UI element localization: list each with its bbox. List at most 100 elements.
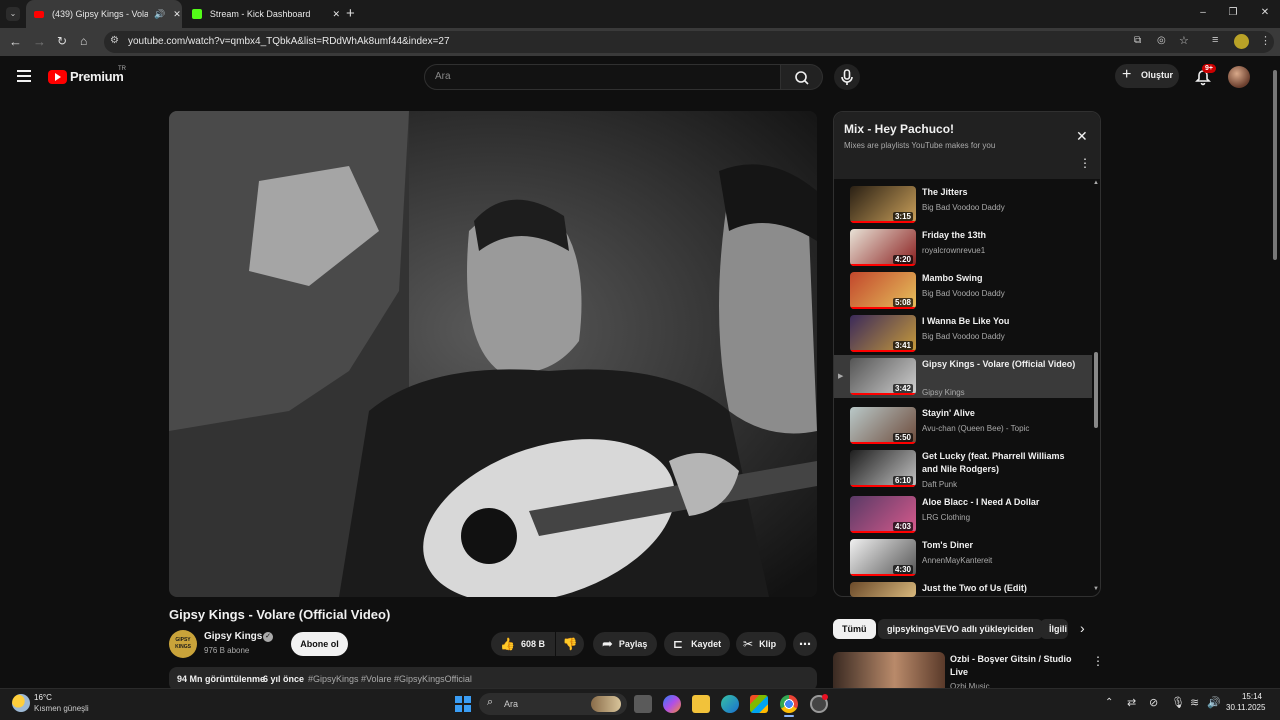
page-scroll-thumb[interactable] (1273, 70, 1277, 260)
playlist-item[interactable]: Just the Two of Us (Edit) (846, 579, 1092, 597)
guide-menu-icon[interactable] (17, 70, 31, 82)
network-icon[interactable]: ⊘ (1149, 696, 1158, 709)
bookmark-star-icon[interactable]: ☆ (1179, 34, 1189, 47)
chip-related[interactable]: İlgili (1040, 619, 1068, 639)
weather-widget[interactable]: 16°C Kısmen güneşli (12, 691, 112, 717)
playlist-thumbnail[interactable]: 4:03 (850, 496, 916, 533)
media-control-icon[interactable]: ≡ (1212, 34, 1218, 46)
url-text: youtube.com/watch?v=qmbx4_TQbkA&list=RDd… (128, 36, 450, 47)
tab-close-icon[interactable]: ✕ (173, 9, 181, 20)
clock[interactable]: 15:14 30.11.2025 (1226, 692, 1265, 712)
install-app-icon[interactable]: ⧉ (1134, 35, 1141, 46)
microphone-tray-icon[interactable]: 🎙 (1171, 696, 1185, 709)
chip-all[interactable]: Tümü (833, 619, 876, 639)
window-maximize-button[interactable]: ❐ (1226, 6, 1240, 20)
more-horizontal-icon: ⋯ (799, 637, 811, 651)
store-icon[interactable] (750, 695, 768, 713)
hashtags[interactable]: #GipsyKings #Volare #GipsyKingsOfficial (308, 674, 472, 684)
playlist-item[interactable]: 5:50 Stayin' Alive Avu-chan (Queen Bee) - … (846, 404, 1092, 447)
new-tab-button[interactable]: + (346, 5, 355, 22)
playlist-thumbnail[interactable]: 5:50 (850, 407, 916, 444)
chevron-right-icon[interactable]: › (1080, 620, 1085, 636)
reload-icon[interactable]: ↻ (57, 34, 67, 48)
scroll-thumb[interactable] (1094, 352, 1098, 428)
tab-youtube[interactable]: (439) Gipsy Kings - Volare ( 🔊 ✕ (26, 0, 182, 28)
playlist-thumbnail[interactable]: 3:42 (850, 358, 916, 395)
playlist-item[interactable]: 6:10 Get Lucky (feat. Pharrell Williams a… (846, 447, 1092, 490)
playlist-thumbnail[interactable]: 3:41 (850, 315, 916, 352)
wifi-icon[interactable]: ≋ (1190, 696, 1199, 709)
playlist-thumbnail[interactable]: 5:08 (850, 272, 916, 309)
youtube-premium-logo[interactable]: Premium TR (48, 66, 128, 86)
volume-icon[interactable]: 🔊 (1207, 696, 1221, 709)
task-view-icon[interactable] (634, 695, 652, 713)
site-info-icon[interactable]: ⚙ (110, 35, 119, 46)
subscribe-button[interactable]: Abone ol (291, 632, 348, 656)
account-avatar[interactable] (1228, 66, 1250, 88)
window-close-button[interactable]: ✕ (1258, 6, 1272, 20)
file-explorer-icon[interactable] (692, 695, 710, 713)
playlist-thumbnail[interactable]: 3:15 (850, 186, 916, 223)
playlist-scrollbar[interactable]: ▲ ▼ (1093, 180, 1099, 594)
channel-avatar[interactable]: GIPSY KINGS (169, 630, 197, 658)
search-input[interactable]: Ara (424, 64, 781, 90)
clock-time: 15:14 (1241, 692, 1262, 701)
plus-icon: + (1122, 66, 1132, 83)
channel-name[interactable]: Gipsy Kings (204, 631, 262, 642)
playlist-item[interactable]: 3:15 The Jitters Big Bad Voodoo Daddy (846, 183, 1092, 226)
subscriber-count: 976 B abone (204, 646, 250, 655)
playlist-menu-icon[interactable]: ⋮ (1079, 156, 1091, 170)
playlist-item[interactable]: ▶ 3:42 Gipsy Kings - Volare (Official Vide… (834, 355, 1092, 398)
recommended-title[interactable]: Ozbi - Boşver Gitsin / Studio Live (950, 653, 1080, 679)
home-icon[interactable]: ⌂ (80, 34, 87, 48)
address-bar[interactable]: ⚙ youtube.com/watch?v=qmbx4_TQbkA&list=R… (104, 31, 1274, 53)
profile-avatar-icon[interactable] (1234, 34, 1249, 49)
more-actions-button[interactable]: ⋯ (793, 632, 817, 656)
start-button[interactable] (454, 695, 472, 713)
playlist-item[interactable]: 4:30 Tom's Diner AnnenMayKantereit (846, 536, 1092, 579)
dislike-button[interactable]: 👎 (556, 632, 584, 656)
window-minimize-button[interactable]: – (1196, 6, 1210, 20)
search-button[interactable] (781, 64, 823, 90)
video-player[interactable] (169, 111, 817, 597)
tab-kick[interactable]: Stream - Kick Dashboard ✕ (184, 0, 340, 28)
edge-icon[interactable] (721, 695, 739, 713)
chip-uploader[interactable]: gipsykingsVEVO adlı yükleyiciden (878, 619, 1043, 639)
close-icon[interactable]: ✕ (1076, 128, 1088, 145)
back-arrow-icon[interactable]: ← (9, 34, 22, 49)
speaker-icon[interactable]: 🔊 (154, 9, 165, 20)
save-label: Kaydet (691, 639, 722, 649)
playlist-thumbnail[interactable]: 4:30 (850, 539, 916, 576)
recommended-menu-icon[interactable]: ⋮ (1092, 654, 1104, 668)
clip-button[interactable]: ✂ Klip (736, 632, 786, 656)
share-button[interactable]: ➦ Paylaş (593, 632, 657, 656)
browser-menu-icon[interactable]: ⋮ (1260, 34, 1271, 47)
playlist-thumbnail[interactable]: 4:20 (850, 229, 916, 266)
notifications-button[interactable]: 9+ (1192, 64, 1216, 88)
copilot-icon[interactable] (663, 695, 681, 713)
playlist-thumbnail[interactable] (850, 582, 916, 597)
playlist-item[interactable]: 4:03 Aloe Blacc - I Need A Dollar LRG Clot… (846, 493, 1092, 536)
forward-arrow-icon[interactable]: → (33, 34, 46, 49)
voice-search-button[interactable] (834, 64, 860, 90)
playlist-title[interactable]: Mix - Hey Pachuco! (844, 122, 954, 136)
tab-close-icon[interactable]: ✕ (332, 9, 340, 20)
playlist-item[interactable]: 5:08 Mambo Swing Big Bad Voodoo Daddy (846, 269, 1092, 312)
like-button[interactable]: 👍 608 B (491, 632, 555, 656)
page-scrollbar[interactable] (1272, 60, 1278, 688)
tab-search-button[interactable]: ⌄ (6, 7, 20, 21)
chrome-icon[interactable] (780, 695, 798, 713)
playlist-thumbnail[interactable]: 6:10 (850, 450, 916, 487)
eye-off-icon[interactable]: ◎ (1157, 35, 1166, 46)
scroll-down-icon[interactable]: ▼ (1093, 586, 1099, 592)
playlist-item[interactable]: 3:41 I Wanna Be Like You Big Bad Voodoo Da… (846, 312, 1092, 355)
sync-icon[interactable]: ⇄ (1127, 696, 1136, 709)
scroll-up-icon[interactable]: ▲ (1093, 180, 1099, 186)
tray-overflow-icon[interactable]: ⌃ (1105, 697, 1113, 708)
watched-progress-bar (850, 393, 916, 395)
save-button[interactable]: ⊏ Kaydet (664, 632, 730, 656)
create-button[interactable]: + Oluştur (1115, 64, 1179, 88)
taskbar-search[interactable]: ⌕ Ara (479, 693, 627, 715)
playlist-item[interactable]: 4:20 Friday the 13th royalcrownrevue1 (846, 226, 1092, 269)
recommended-thumbnail[interactable] (833, 652, 945, 688)
